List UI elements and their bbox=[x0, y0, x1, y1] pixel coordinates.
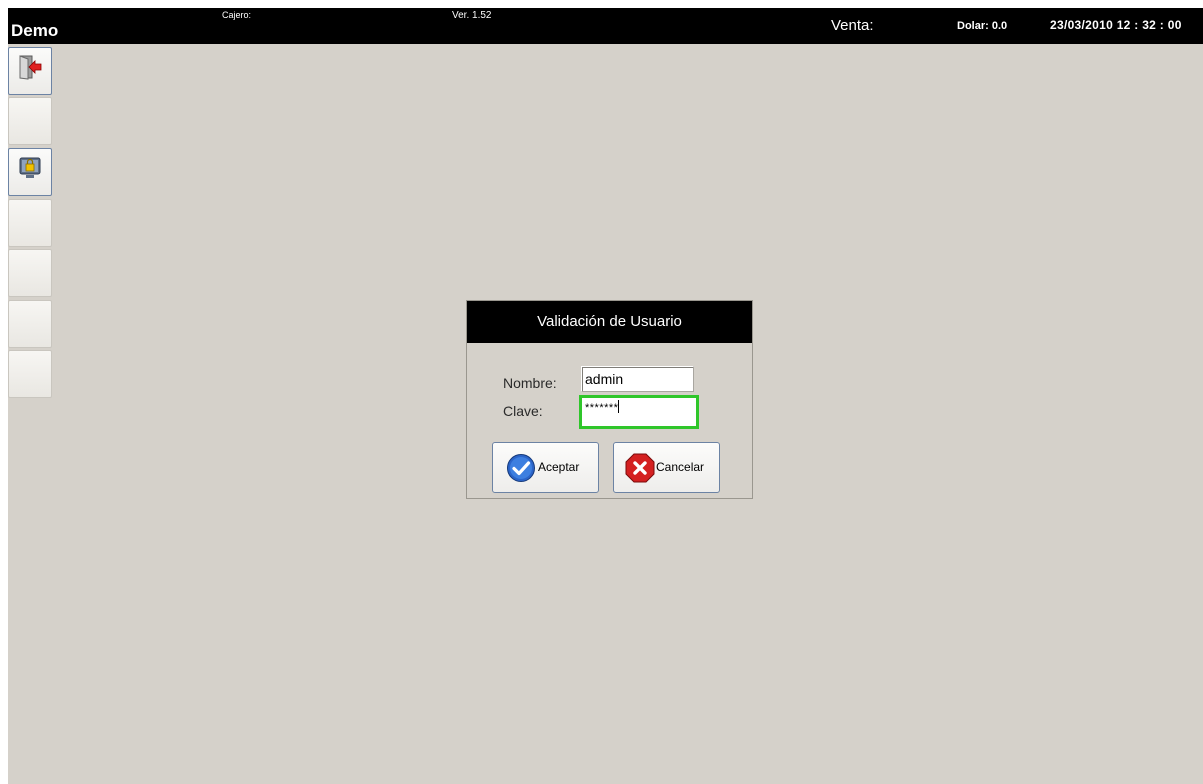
password-field[interactable]: ******* bbox=[579, 395, 699, 429]
checkmark-icon bbox=[507, 454, 535, 482]
user-validation-dialog: Validación de Usuario Nombre: admin Clav… bbox=[466, 300, 753, 499]
lock-screen-button[interactable] bbox=[8, 148, 52, 196]
exit-button[interactable] bbox=[8, 47, 52, 95]
accept-label: Aceptar bbox=[538, 460, 580, 474]
version-label: Ver. 1.52 bbox=[452, 10, 492, 21]
dollar-rate: Dolar: 0.0 bbox=[957, 20, 1008, 32]
accept-button[interactable]: Aceptar bbox=[492, 442, 599, 493]
cancel-label: Cancelar bbox=[656, 460, 705, 474]
sidebar-button-5[interactable] bbox=[8, 249, 52, 297]
sidebar-button-6[interactable] bbox=[8, 300, 52, 348]
password-label: Clave: bbox=[503, 403, 543, 419]
exit-door-icon bbox=[19, 55, 42, 80]
password-value: ******* bbox=[585, 402, 619, 414]
app-name: Demo bbox=[11, 21, 59, 40]
text-cursor bbox=[618, 400, 620, 413]
sidebar-button-4[interactable] bbox=[8, 199, 52, 247]
date-time: 23/03/2010 12 : 32 : 00 bbox=[1050, 18, 1182, 32]
lock-screen-icon bbox=[19, 157, 41, 178]
dialog-title: Validación de Usuario bbox=[467, 301, 752, 343]
cancel-x-icon bbox=[625, 453, 655, 483]
sidebar-button-7[interactable] bbox=[8, 350, 52, 398]
sidebar-button-2[interactable] bbox=[8, 97, 52, 145]
pos-window: Demo Cajero: Ver. 1.52 Venta: Dolar: 0.0… bbox=[8, 8, 1203, 784]
sale-label: Venta: bbox=[831, 17, 874, 34]
top-status-bar: Demo Cajero: Ver. 1.52 Venta: Dolar: 0.0… bbox=[8, 8, 1203, 44]
name-label: Nombre: bbox=[503, 375, 557, 391]
cancel-button[interactable]: Cancelar bbox=[613, 442, 720, 493]
cashier-label: Cajero: bbox=[222, 10, 252, 20]
name-field[interactable]: admin bbox=[581, 366, 694, 392]
